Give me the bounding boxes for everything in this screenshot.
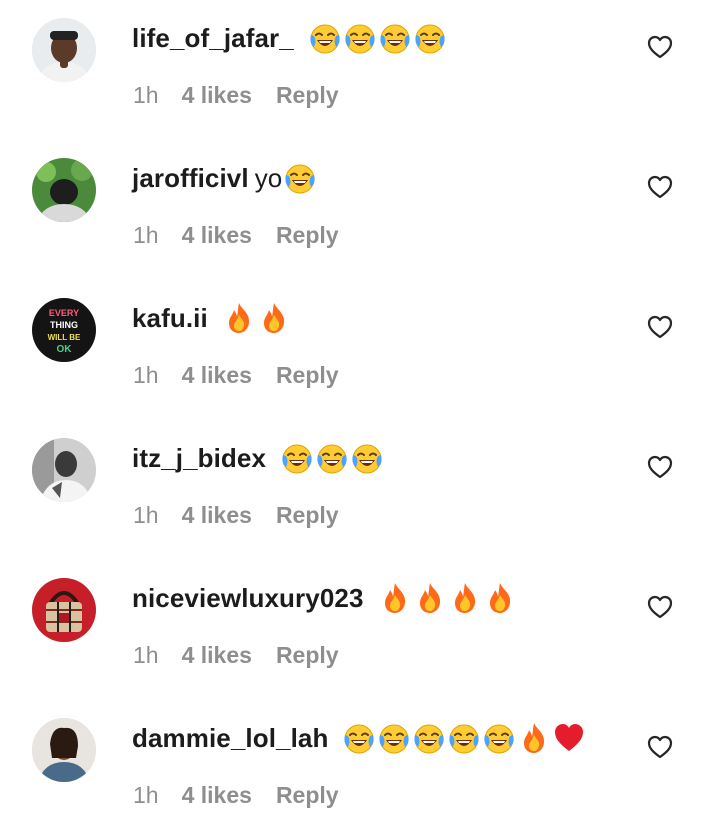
laughing-tears-emoji-icon bbox=[283, 161, 317, 195]
timestamp: 1h bbox=[133, 222, 159, 248]
avatar-text-line: OK bbox=[57, 344, 73, 355]
user-avatar[interactable] bbox=[32, 18, 96, 82]
comment-line: life_of_jafar_ bbox=[132, 18, 448, 58]
user-avatar[interactable] bbox=[32, 158, 96, 222]
like-heart-icon[interactable] bbox=[646, 593, 674, 621]
emoji-group bbox=[378, 581, 518, 615]
like-heart-icon[interactable] bbox=[646, 173, 674, 201]
comment-item: dammie_lol_lah 1h 4 likes Reply bbox=[0, 700, 720, 840]
avatar-image bbox=[32, 18, 96, 82]
laughing-tears-emoji-icon bbox=[350, 441, 384, 475]
laughing-tears-emoji-icon bbox=[343, 21, 377, 55]
comment-line: jarofficivl yo bbox=[132, 158, 318, 198]
likes-count[interactable]: 4 likes bbox=[182, 222, 252, 249]
comment-item: EVERY THING WILL BE OK kafu.ii 1h 4 like… bbox=[0, 280, 720, 420]
laughing-tears-emoji-icon bbox=[378, 21, 412, 55]
reply-button[interactable]: Reply bbox=[276, 642, 339, 669]
reply-button[interactable]: Reply bbox=[276, 362, 339, 389]
avatar-text-line: THING bbox=[50, 320, 78, 330]
likes-count[interactable]: 4 likes bbox=[182, 502, 252, 529]
comment-line: itz_j_bidex bbox=[132, 438, 385, 478]
like-heart-icon[interactable] bbox=[646, 453, 674, 481]
comment-item: jarofficivl yo 1h 4 likes Reply bbox=[0, 140, 720, 280]
like-heart-icon[interactable] bbox=[646, 733, 674, 761]
avatar-image bbox=[32, 578, 96, 642]
username[interactable]: dammie_lol_lah bbox=[132, 723, 328, 754]
likes-count[interactable]: 4 likes bbox=[182, 642, 252, 669]
red-heart-emoji-icon bbox=[552, 721, 586, 755]
laughing-tears-emoji-icon bbox=[447, 721, 481, 755]
username[interactable]: jarofficivl bbox=[132, 163, 249, 194]
laughing-tears-emoji-icon bbox=[413, 21, 447, 55]
laughing-tears-emoji-icon bbox=[377, 721, 411, 755]
fire-emoji-icon bbox=[483, 581, 517, 615]
timestamp: 1h bbox=[133, 82, 159, 108]
user-avatar[interactable] bbox=[32, 718, 96, 782]
fire-emoji-icon bbox=[517, 721, 551, 755]
comment-text: yo bbox=[254, 162, 283, 193]
fire-emoji-icon bbox=[257, 301, 291, 335]
emoji-group bbox=[308, 21, 448, 55]
comment-meta: 1h 4 likes Reply bbox=[133, 222, 339, 249]
comment-meta: 1h 4 likes Reply bbox=[133, 502, 339, 529]
comment-line: dammie_lol_lah bbox=[132, 718, 587, 758]
fire-emoji-icon bbox=[378, 581, 412, 615]
laughing-tears-emoji-icon bbox=[280, 441, 314, 475]
like-heart-icon[interactable] bbox=[646, 313, 674, 341]
likes-count[interactable]: 4 likes bbox=[182, 362, 252, 389]
comment-line: kafu.ii bbox=[132, 298, 292, 338]
reply-button[interactable]: Reply bbox=[276, 222, 339, 249]
avatar-text-line: WILL BE bbox=[48, 333, 81, 342]
comment-meta: 1h 4 likes Reply bbox=[133, 362, 339, 389]
timestamp: 1h bbox=[133, 782, 159, 808]
avatar-text-line: EVERY bbox=[49, 308, 79, 318]
reply-button[interactable]: Reply bbox=[276, 782, 339, 809]
avatar-image bbox=[32, 718, 96, 782]
username[interactable]: niceviewluxury023 bbox=[132, 583, 364, 614]
comment-line: niceviewluxury023 bbox=[132, 578, 518, 618]
comment-meta: 1h 4 likes Reply bbox=[133, 642, 339, 669]
timestamp: 1h bbox=[133, 502, 159, 528]
fire-emoji-icon bbox=[448, 581, 482, 615]
timestamp: 1h bbox=[133, 642, 159, 668]
laughing-tears-emoji-icon bbox=[308, 21, 342, 55]
fire-emoji-icon bbox=[413, 581, 447, 615]
comment-item: itz_j_bidex 1h 4 likes Reply bbox=[0, 420, 720, 560]
comment-item: niceviewluxury023 1h 4 likes Reply bbox=[0, 560, 720, 700]
user-avatar[interactable]: EVERY THING WILL BE OK bbox=[32, 298, 96, 362]
username[interactable]: life_of_jafar_ bbox=[132, 23, 294, 54]
timestamp: 1h bbox=[133, 362, 159, 388]
username[interactable]: kafu.ii bbox=[132, 303, 208, 334]
laughing-tears-emoji-icon bbox=[315, 441, 349, 475]
emoji-group bbox=[222, 301, 292, 335]
username[interactable]: itz_j_bidex bbox=[132, 443, 266, 474]
comment-meta: 1h 4 likes Reply bbox=[133, 782, 339, 809]
comments-list: life_of_jafar_ 1h 4 likes Reply jaroffic… bbox=[0, 0, 720, 808]
avatar-image: EVERY THING WILL BE OK bbox=[32, 298, 96, 362]
reply-button[interactable]: Reply bbox=[276, 502, 339, 529]
like-heart-icon[interactable] bbox=[646, 33, 674, 61]
avatar-image bbox=[32, 158, 96, 222]
likes-count[interactable]: 4 likes bbox=[182, 782, 252, 809]
reply-button[interactable]: Reply bbox=[276, 82, 339, 109]
laughing-tears-emoji-icon bbox=[412, 721, 446, 755]
user-avatar[interactable] bbox=[32, 438, 96, 502]
fire-emoji-icon bbox=[222, 301, 256, 335]
avatar-image bbox=[32, 438, 96, 502]
laughing-tears-emoji-icon bbox=[482, 721, 516, 755]
emoji-group bbox=[283, 161, 318, 195]
laughing-tears-emoji-icon bbox=[342, 721, 376, 755]
comment-item: life_of_jafar_ 1h 4 likes Reply bbox=[0, 0, 720, 140]
likes-count[interactable]: 4 likes bbox=[182, 82, 252, 109]
comment-meta: 1h 4 likes Reply bbox=[133, 82, 339, 109]
user-avatar[interactable] bbox=[32, 578, 96, 642]
emoji-group bbox=[280, 441, 385, 475]
emoji-group bbox=[342, 721, 587, 755]
